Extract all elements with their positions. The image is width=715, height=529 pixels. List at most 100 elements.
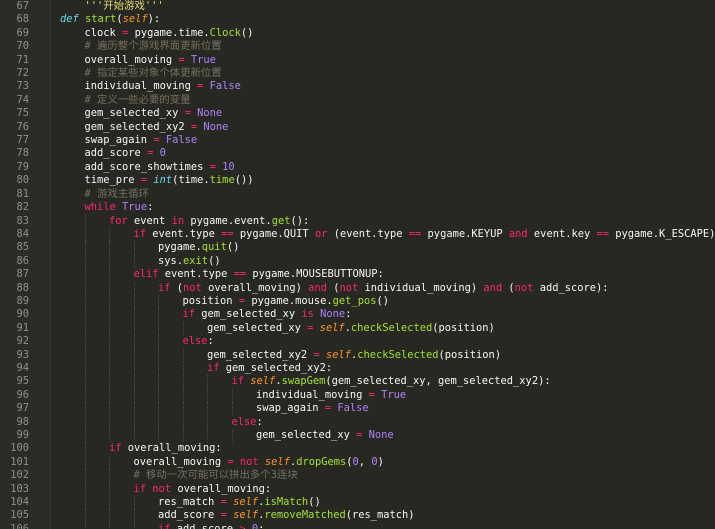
indent-guide (158, 361, 159, 376)
indent-guide (133, 402, 135, 416)
code-line[interactable]: 91 gem_selected_xy = self.checkSelected(p… (0, 321, 715, 336)
code-token: False (337, 402, 369, 415)
code-token: (event.type (327, 227, 409, 240)
code-token: overall_moving: (171, 482, 272, 495)
code-token: overall_moving (84, 53, 179, 66)
code-line[interactable]: 67 '''开始游戏''' (0, 0, 715, 13)
indent-guide (84, 522, 86, 529)
code-line[interactable]: 97 swap_again = False (0, 402, 715, 416)
line-number: 100 (10, 442, 29, 455)
code-token: (time. (172, 174, 210, 187)
indent-guide (84, 509, 86, 523)
indent-guide (109, 522, 110, 529)
code-line[interactable]: 74 # 定义一些必要的变量 (0, 94, 715, 107)
code-line[interactable]: 77 swap_again = False (0, 134, 715, 147)
code-token: not (239, 455, 259, 468)
code-line[interactable]: 96 individual_moving = True (0, 388, 715, 403)
code-line[interactable]: 78 add_score = 0 (0, 147, 715, 160)
code-text: res_match = self.isMatch() (158, 496, 321, 509)
indent-guide (182, 415, 184, 429)
code-token: swapGem (281, 375, 326, 388)
code-line[interactable]: 94 if gem_selected_xy2: (0, 361, 715, 376)
code-line[interactable]: 106 if add_score > 0: (0, 522, 715, 529)
indent-guide (158, 375, 159, 389)
line-number: 88 (16, 281, 29, 294)
code-line[interactable]: 72 # 指定某些对象个体更新位置 (0, 67, 715, 80)
code-line[interactable]: 76 gem_selected_xy2 = None (0, 121, 715, 134)
code-text: def start(self): (60, 13, 160, 26)
code-line[interactable]: 89 position = pygame.mouse.get_pos() (0, 294, 715, 309)
code-line[interactable]: 100 if overall_moving: (0, 442, 715, 456)
line-number: 73 (16, 80, 29, 93)
indent-guide (158, 335, 159, 349)
code-editor[interactable]: 67 '''开始游戏''' 68 def start(self): 69 clock = … (0, 0, 715, 529)
code-line[interactable]: 81 # 游戏主循环 (0, 188, 715, 201)
code-token: ): (147, 13, 161, 26)
code-line[interactable]: 71 overall_moving = True (0, 54, 715, 67)
code-token: True (381, 388, 407, 401)
indent-guide (84, 375, 86, 389)
code-token: if (158, 522, 171, 529)
code-line[interactable]: 82 while True: (0, 201, 715, 214)
indent-guide (84, 442, 86, 456)
line-number: 92 (16, 335, 29, 348)
code-line[interactable]: 99 gem_selected_xy = None (0, 429, 715, 443)
code-token: gem_selected_xy (207, 321, 308, 334)
indent-guide (84, 402, 86, 416)
code-line[interactable]: 79 add_score_showtimes = 10 (0, 161, 715, 174)
code-token: pygame.time. (128, 26, 210, 39)
code-line[interactable]: 101 overall_moving = not self.dropGems(0,… (0, 455, 715, 470)
code-line[interactable]: 103 if not overall_moving: (0, 482, 715, 497)
code-token: event.key (527, 227, 597, 240)
code-line[interactable]: 102 # 移动一次可能可以拼出多个3连块 (0, 469, 715, 483)
code-token: ( (170, 281, 184, 294)
indent-guide (133, 388, 135, 403)
indent-guide (207, 415, 208, 429)
code-line[interactable]: 95 if self.swapGem(gem_selected_xy, gem_s… (0, 375, 715, 389)
code-token: : (258, 522, 265, 529)
code-token: (position) (438, 348, 502, 361)
code-line[interactable]: 93 gem_selected_xy2 = self.checkSelected(… (0, 348, 715, 362)
code-text: gem_selected_xy = None (85, 107, 223, 120)
code-token: == (233, 268, 247, 281)
code-token: () (308, 496, 321, 509)
indent-guide (109, 415, 110, 429)
code-line[interactable]: 92 else: (0, 335, 715, 349)
code-line[interactable]: 104 res_match = self.isMatch() (0, 496, 715, 510)
code-token: if (231, 375, 245, 388)
line-number: 94 (16, 361, 29, 374)
code-token: gem_selected_xy (256, 429, 357, 441)
indent-guide (133, 522, 135, 529)
code-line[interactable]: 80 time_pre = int(time.time()) (0, 174, 715, 187)
code-line[interactable]: 86 sys.exit() (0, 254, 715, 269)
code-text: gem_selected_xy2 = self.checkSelected(po… (207, 349, 501, 362)
code-line[interactable]: 75 gem_selected_xy = None (0, 107, 715, 120)
code-line[interactable]: 69 clock = pygame.time.Clock() (0, 27, 715, 40)
code-line[interactable]: 68 def start(self): (0, 13, 715, 26)
line-number: 70 (16, 40, 29, 53)
line-number: 102 (10, 469, 29, 482)
code-line[interactable]: 83 for event in pygame.event.get(): (0, 214, 715, 228)
code-line[interactable]: 87 elif event.type == pygame.MOUSEBUTTONU… (0, 268, 715, 282)
code-token: gem_selected_xy (195, 308, 302, 321)
code-token: event.type (158, 268, 234, 281)
code-token: event (127, 214, 172, 227)
line-number: 84 (16, 227, 29, 240)
code-token: : (256, 415, 263, 428)
code-token: not (183, 281, 202, 294)
code-line[interactable]: 90 if gem_selected_xy is None: (0, 308, 715, 322)
indent-guide (109, 455, 110, 470)
code-line[interactable]: 73 individual_moving = False (0, 80, 715, 93)
code-text: pygame.quit() (158, 241, 239, 254)
code-line[interactable]: 70 # 遍历整个游戏界面更新位置 (0, 40, 715, 53)
code-token: gem_selected_xy2 (207, 348, 314, 361)
code-line[interactable]: 85 pygame.quit() (0, 241, 715, 255)
line-number: 77 (16, 134, 29, 147)
code-token: , (358, 455, 372, 468)
line-number: 76 (16, 120, 29, 133)
code-line[interactable]: 84 if event.type == pygame.QUIT or (event… (0, 227, 715, 242)
code-line[interactable]: 98 else: (0, 415, 715, 429)
code-line[interactable]: 88 if (not overall_moving) and (not indiv… (0, 281, 715, 295)
code-line[interactable]: 105 add_score = self.removeMatched(res_ma… (0, 509, 715, 523)
line-number: 106 (10, 522, 29, 529)
